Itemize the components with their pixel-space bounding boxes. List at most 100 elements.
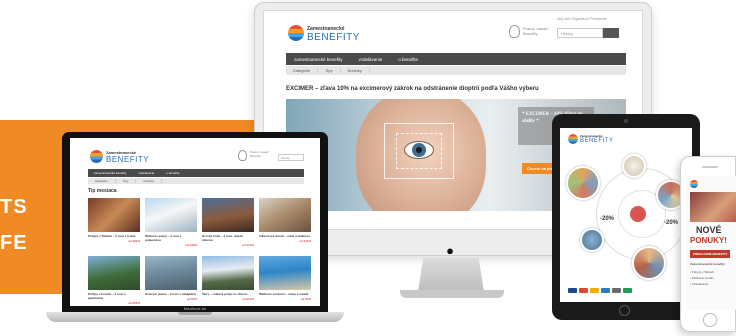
lightbulb-icon xyxy=(238,150,247,161)
apple-logo-icon: ● xyxy=(446,243,454,258)
offer-image xyxy=(202,198,254,232)
sub-nav: Kategórie Tipy Novinky xyxy=(88,178,304,184)
nav-item-education[interactable]: vzdelávanie xyxy=(132,171,160,175)
offer-price: od 259 € xyxy=(128,301,140,305)
macbook-screen: Zamestnanecké BENEFITY Pracuj. nasaď. Be… xyxy=(70,138,320,306)
offer-tile[interactable]: Wellness pobyt – 2 noci s polpenziou od … xyxy=(145,198,197,247)
discount-badge: -20% xyxy=(664,220,679,226)
promo-image xyxy=(690,192,736,222)
offer-image xyxy=(202,256,254,290)
offer-image xyxy=(88,256,140,290)
marketing-composite: TS FE Zamestnanecké BENEFITY Pracuj. nas… xyxy=(0,0,736,336)
logo-icon xyxy=(690,180,698,188)
offer-price: od 39 € xyxy=(300,297,311,301)
offer-price: od 149 € xyxy=(185,243,197,247)
logo-text-main: BENEFITY xyxy=(307,32,360,43)
search-button[interactable] xyxy=(603,28,619,38)
bank-icon xyxy=(612,288,621,293)
phone-subtitle: Zamestnanecké benefity xyxy=(690,262,725,266)
subnav-item-categories[interactable]: Kategórie xyxy=(286,68,319,73)
offer-tile[interactable]: Víkend pre dvoch – relax a wellness od 1… xyxy=(259,198,311,243)
offer-caption: Víkend pre dvoch – relax a wellness xyxy=(259,234,311,238)
top-links[interactable]: Môj účet Registrácia Prihlásenie xyxy=(557,17,607,21)
nav-item-education[interactable]: vzdelávanie xyxy=(351,57,391,62)
offer-tile[interactable]: Horský hotel – 3 noci, skipas zdarma od … xyxy=(202,198,254,247)
offer-caption: Wellness centrum – vstup a masáž xyxy=(259,292,309,296)
logo-icon xyxy=(288,25,304,41)
card-icon xyxy=(601,288,610,293)
logo-icon xyxy=(568,134,578,144)
offer-price: od 129 € xyxy=(299,239,311,243)
category-bubble[interactable] xyxy=(580,228,604,252)
wheel-center-icon xyxy=(630,206,646,222)
offers-button[interactable]: PREHĽADNÉ BENEFITY xyxy=(690,250,731,258)
offer-image xyxy=(145,198,197,232)
offer-image xyxy=(88,198,140,232)
offer-tile[interactable]: Hotel pri jazere – 2 noci s raňajkami od… xyxy=(145,256,197,301)
offer-caption: Tatry – rodinný pobyt so zľavou xyxy=(202,292,248,296)
subnav-item-news[interactable]: Novinky xyxy=(341,68,370,73)
nav-item-about[interactable]: o benefite xyxy=(390,57,426,62)
camera-icon xyxy=(624,119,628,123)
site-header: Zamestnanecké BENEFITY Pracuj. nasaď. Be… xyxy=(264,11,642,51)
imac-stand xyxy=(418,258,484,292)
search-input[interactable]: Hľadaj xyxy=(557,28,603,38)
home-button-icon xyxy=(703,313,717,327)
nav-item-about[interactable]: o benefite xyxy=(160,171,185,175)
category-bubble[interactable] xyxy=(622,154,646,178)
subnav-item-tips[interactable]: Tipy xyxy=(116,179,137,183)
payment-icons xyxy=(568,288,632,293)
main-nav: zamestnanecké benefity vzdelávanie o ben… xyxy=(286,53,626,65)
phone-item[interactable]: • Pobyty v Tatrách xyxy=(690,270,714,274)
sub-nav: Kategórie Tipy Novinky xyxy=(286,66,626,75)
offer-caption: Horský hotel – 3 noci, skipas zdarma xyxy=(202,234,244,242)
logo-text-main: BENEFITY xyxy=(580,138,614,144)
offer-caption: Pobyty v horách – 5 nocí v apartmáne xyxy=(88,292,126,300)
nav-item-benefits[interactable]: zamestnanecké benefity xyxy=(88,171,132,175)
site-tagline: Pracuj. nasaď. Benefity xyxy=(523,26,549,36)
subnav-item-news[interactable]: Novinky xyxy=(136,179,163,183)
offer-tile[interactable]: Pobyty v horách – 5 nocí v apartmáne od … xyxy=(88,256,140,305)
wallet-icon xyxy=(623,288,632,293)
offer-price: od 179 € xyxy=(242,243,254,247)
phone-item[interactable]: • Wellness a relax xyxy=(690,276,714,280)
macbook-notch xyxy=(178,312,212,315)
promo-title-2: PONUKY! xyxy=(690,236,727,245)
page-title: EXCIMER – zľava 10% na excimerový zákrok… xyxy=(286,86,539,92)
site-tagline: Pracuj. nasaď. Benefity xyxy=(250,150,270,158)
offer-tile[interactable]: Wellness centrum – vstup a masáž od 39 € xyxy=(259,256,311,301)
offer-price: od 99 € xyxy=(186,297,197,301)
ipad-screen: Zamestnanecké BENEFITY -20% -20% xyxy=(560,128,692,302)
category-bubble[interactable] xyxy=(566,166,600,200)
logo-text-main: BENEFITY xyxy=(106,155,150,164)
nav-item-benefits[interactable]: zamestnanecké benefity xyxy=(286,57,351,62)
search-input[interactable]: Hľadaj xyxy=(278,154,304,161)
offer-tile[interactable]: Tatry – rodinný pobyt so zľavou od 219 € xyxy=(202,256,254,301)
discount-badge: -20% xyxy=(600,216,615,222)
phone-screen: NOVÉ PONUKY! PREHĽADNÉ BENEFITY Zamestna… xyxy=(686,176,736,310)
offer-price: od 199 € xyxy=(128,239,140,243)
offer-tile[interactable]: Pobyty v Tatrách – 3 noci v hoteli od 19… xyxy=(88,198,140,243)
offer-caption: Pobyty v Tatrách – 3 noci v hoteli xyxy=(88,234,136,238)
main-nav: zamestnanecké benefity vzdelávanie o ben… xyxy=(88,169,304,177)
subnav-item-tips[interactable]: Tipy xyxy=(318,68,341,73)
offer-caption: Hotel pri jazere – 2 noci s raňajkami xyxy=(145,292,196,296)
band-word-1: TS xyxy=(0,196,28,218)
offer-image xyxy=(145,256,197,290)
scan-frame-inner xyxy=(396,133,442,169)
phone-item[interactable]: • Vzdelávanie xyxy=(690,282,708,286)
category-bubble[interactable] xyxy=(632,246,666,280)
home-button-icon xyxy=(619,305,630,316)
offer-price: od 219 € xyxy=(242,297,254,301)
logo-icon xyxy=(90,150,103,163)
maestro-icon xyxy=(590,288,599,293)
imac-base xyxy=(400,290,504,298)
visa-icon xyxy=(568,288,577,293)
offer-image xyxy=(259,198,311,232)
promo-title-1: NOVÉ xyxy=(696,225,722,235)
subnav-item-categories[interactable]: Kategórie xyxy=(88,179,116,183)
phone-speaker xyxy=(702,166,718,168)
mastercard-icon xyxy=(579,288,588,293)
section-title: Tip mesiaca xyxy=(88,188,117,194)
lightbulb-icon xyxy=(509,25,520,38)
